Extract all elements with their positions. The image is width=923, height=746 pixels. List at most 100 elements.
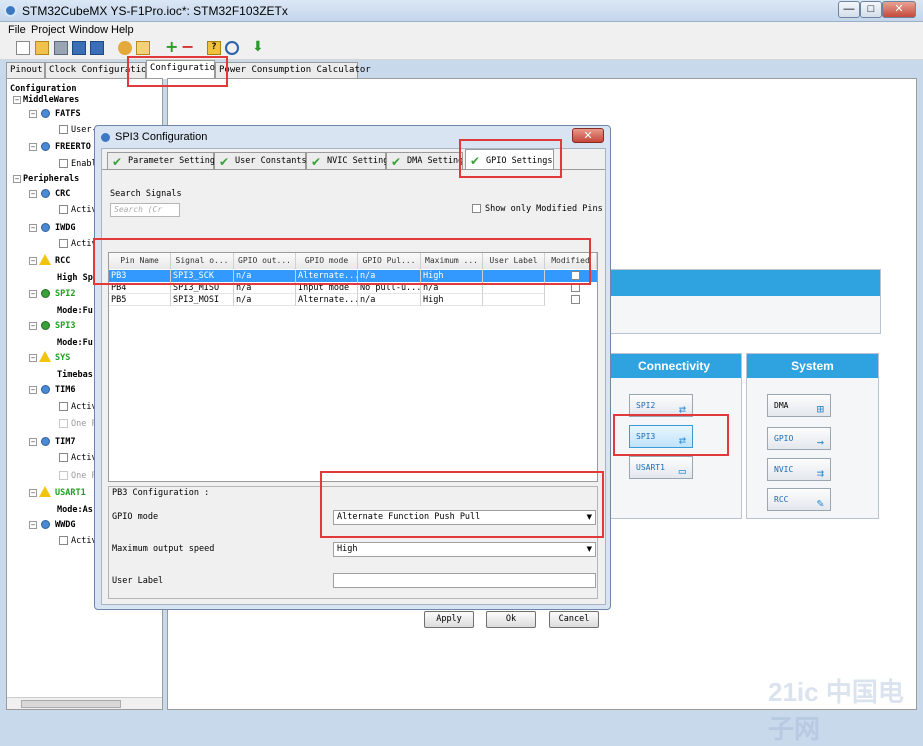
gpio-mode-cell: Alternate...	[296, 294, 358, 306]
tree-rcc[interactable]: RCC	[55, 256, 70, 266]
expand-toggle[interactable]: −	[29, 386, 37, 394]
tree-iwdg[interactable]: IWDG	[55, 223, 75, 233]
tree-fatfs[interactable]: FATFS	[55, 109, 81, 119]
horizontal-scrollbar[interactable]	[7, 697, 162, 709]
tree-wwdg[interactable]: WWDG	[55, 520, 75, 530]
wwdg-checkbox[interactable]	[59, 536, 68, 545]
expand-toggle[interactable]: −	[29, 322, 37, 330]
scrollbar-thumb[interactable]	[21, 700, 121, 708]
save-as-icon[interactable]	[90, 41, 104, 55]
tree-spi3[interactable]: SPI3	[55, 321, 75, 331]
tab-user-constants[interactable]: ✔ User Constants	[214, 152, 307, 169]
warning-icon	[39, 254, 51, 265]
minus-icon[interactable]: −	[181, 39, 195, 55]
dialog-close-button[interactable]: ✕	[572, 128, 604, 143]
crc-checkbox[interactable]	[59, 205, 68, 214]
tim6-one-pulse-checkbox[interactable]	[59, 419, 68, 428]
save-icon[interactable]	[72, 41, 86, 55]
ok-status-icon	[41, 223, 50, 232]
open-icon[interactable]	[35, 41, 49, 55]
maximize-button[interactable]: □	[860, 1, 882, 18]
gear-icon[interactable]	[118, 41, 132, 55]
tim6-checkbox[interactable]	[59, 402, 68, 411]
expand-toggle[interactable]: −	[13, 96, 21, 104]
freertos-checkbox[interactable]	[59, 159, 68, 168]
nvic-button[interactable]: NVIC ⇉	[767, 458, 831, 481]
menu-project[interactable]: Project	[31, 24, 65, 36]
apply-button[interactable]: Apply	[424, 611, 474, 628]
tab-parameter-settings[interactable]: ✔ Parameter Settings	[107, 152, 220, 169]
title-bar: STM32CubeMX YS-F1Pro.ioc*: STM32F103ZETx…	[0, 0, 923, 22]
expand-toggle[interactable]: −	[29, 354, 37, 362]
cancel-button[interactable]: Cancel	[549, 611, 599, 628]
menu-help[interactable]: Help	[111, 24, 134, 36]
tab-dma-settings[interactable]: ✔ DMA Settings	[386, 152, 463, 169]
chevron-down-icon: ▼	[586, 545, 592, 553]
search-icon[interactable]	[225, 41, 239, 55]
gpio-button[interactable]: GPIO →	[767, 427, 831, 450]
tab-power-consumption[interactable]: Power Consumption Calculator	[215, 62, 371, 78]
fatfs-checkbox[interactable]	[59, 125, 68, 134]
modified-checkbox[interactable]	[571, 295, 580, 304]
ok-status-icon	[41, 520, 50, 529]
expand-toggle[interactable]: −	[29, 257, 37, 265]
show-modified-checkbox[interactable]	[472, 204, 481, 213]
tab-nvic-settings[interactable]: ✔ NVIC Settings	[306, 152, 394, 169]
generate-icon[interactable]	[136, 41, 150, 55]
highlight-gpio-tab	[459, 139, 562, 178]
tree-sys[interactable]: SYS	[55, 353, 70, 363]
gpio-pull-cell: n/a	[358, 294, 421, 306]
dma-button[interactable]: DMA ⊞	[767, 394, 831, 417]
tree-peripherals[interactable]: Peripherals	[23, 174, 79, 184]
spi2-button-label: SPI2	[636, 401, 656, 410]
ok-status-icon	[41, 109, 50, 118]
tree-freertos[interactable]: FREERTO	[55, 142, 91, 152]
help-icon[interactable]: ?	[207, 41, 221, 55]
expand-toggle[interactable]: −	[29, 143, 37, 151]
doc-icon[interactable]	[54, 41, 68, 55]
tree-tim7[interactable]: TIM7	[55, 437, 75, 447]
tab-label: NVIC Settings	[327, 156, 394, 166]
nvic-icon: ⇉	[816, 466, 824, 480]
expand-toggle[interactable]: −	[29, 190, 37, 198]
menu-file[interactable]: File	[8, 24, 26, 36]
tree-crc[interactable]: CRC	[55, 189, 70, 199]
max-speed-select[interactable]: High ▼	[333, 542, 596, 557]
tim7-one-pulse-checkbox[interactable]	[59, 471, 68, 480]
highlight-gpio-selects	[320, 471, 604, 538]
search-input[interactable]: Search (Cr	[110, 203, 180, 217]
close-button[interactable]: ✕	[882, 1, 916, 18]
tim7-checkbox[interactable]	[59, 453, 68, 462]
freertos-option: Enabl	[71, 159, 97, 169]
iwdg-checkbox[interactable]	[59, 239, 68, 248]
expand-toggle[interactable]: −	[29, 290, 37, 298]
tree-middlewares[interactable]: MiddleWares	[23, 95, 79, 105]
ok-button[interactable]: Ok	[486, 611, 536, 628]
signal-cell: SPI3_MOSI	[171, 294, 234, 306]
tree-spi2[interactable]: SPI2	[55, 289, 75, 299]
user-label-input[interactable]	[333, 573, 596, 588]
user-label-label: User Label	[112, 576, 164, 586]
expand-toggle[interactable]: −	[29, 224, 37, 232]
plus-icon[interactable]: +	[165, 39, 179, 55]
expand-toggle[interactable]: −	[13, 175, 21, 183]
tree-usart1[interactable]: USART1	[55, 488, 86, 498]
check-icon: ✔	[311, 155, 322, 169]
expand-toggle[interactable]: −	[29, 521, 37, 529]
user-label-cell	[483, 294, 545, 306]
watermark-logo: 21ic 中国电子网	[768, 677, 904, 744]
tim6-option: Activ	[71, 402, 97, 412]
menu-window[interactable]: Window	[69, 24, 108, 36]
new-icon[interactable]	[16, 41, 30, 55]
gpio-button-label: GPIO	[774, 434, 794, 443]
tab-pinout[interactable]: Pinout	[6, 62, 45, 78]
table-row[interactable]: PB5 SPI3_MOSI n/a Alternate... n/a High	[109, 294, 597, 306]
minimize-button[interactable]: —	[838, 1, 860, 18]
rcc-button[interactable]: RCC ✎	[767, 488, 831, 511]
expand-toggle[interactable]: −	[29, 438, 37, 446]
download-icon[interactable]: ⬇	[252, 40, 266, 55]
tree-tim6[interactable]: TIM6	[55, 385, 75, 395]
usart1-button[interactable]: USART1 ▭	[629, 456, 693, 479]
expand-toggle[interactable]: −	[29, 110, 37, 118]
expand-toggle[interactable]: −	[29, 489, 37, 497]
